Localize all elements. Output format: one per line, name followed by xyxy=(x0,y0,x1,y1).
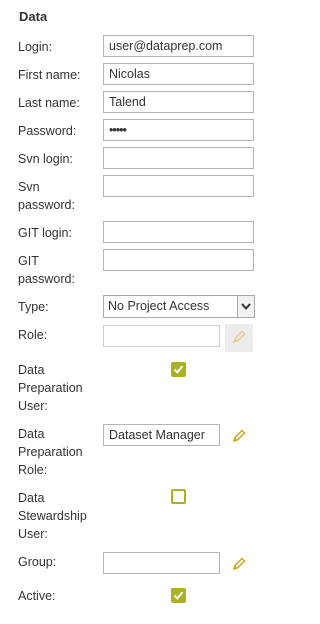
dp-user-label: Data Preparation User: xyxy=(18,361,83,415)
pencil-icon xyxy=(231,329,247,348)
git-login-field[interactable] xyxy=(103,221,254,243)
dp-user-label-line1: Data xyxy=(18,363,45,377)
first-name-label: First name: xyxy=(18,68,81,82)
last-name-label: Last name: xyxy=(18,96,80,110)
section-title: Data xyxy=(19,9,48,24)
login-field[interactable] xyxy=(103,35,254,57)
role-edit-button xyxy=(225,324,253,352)
ds-user-label-line3: User: xyxy=(18,527,48,541)
git-login-label: GIT login: xyxy=(18,226,72,240)
svn-password-field[interactable] xyxy=(103,175,254,197)
type-select[interactable]: No Project Access xyxy=(103,295,255,318)
type-select-value: No Project Access xyxy=(108,299,210,313)
svn-password-label-line2: password: xyxy=(18,198,75,212)
git-password-label-line1: GIT xyxy=(18,254,39,268)
chevron-down-icon[interactable] xyxy=(237,296,254,317)
dp-role-edit-button[interactable] xyxy=(225,423,253,451)
check-icon xyxy=(173,591,184,600)
first-name-field[interactable] xyxy=(103,63,254,85)
dp-role-field[interactable] xyxy=(103,424,220,446)
role-field xyxy=(103,325,220,347)
role-label: Role: xyxy=(18,328,48,342)
git-password-label: GIT password: xyxy=(18,252,75,288)
dp-role-label-line3: Role: xyxy=(18,463,48,477)
ds-user-label: Data Stewardship User: xyxy=(18,489,87,543)
dp-user-label-line2: Preparation xyxy=(18,381,83,395)
dp-role-label-line1: Data xyxy=(18,427,45,441)
dp-role-label: Data Preparation Role: xyxy=(18,425,83,479)
login-label: Login: xyxy=(18,40,53,54)
git-password-field[interactable] xyxy=(103,249,254,271)
dp-role-label-line2: Preparation xyxy=(18,445,83,459)
password-label: Password: xyxy=(18,124,77,138)
ds-user-label-line2: Stewardship xyxy=(18,509,87,523)
svn-login-label: Svn login: xyxy=(18,152,73,166)
ds-user-checkbox[interactable] xyxy=(171,489,186,504)
password-field[interactable]: ••••• xyxy=(103,119,254,141)
group-field[interactable] xyxy=(103,552,220,574)
pencil-icon xyxy=(231,556,247,575)
active-label: Active: xyxy=(18,589,56,603)
check-icon xyxy=(173,365,184,374)
ds-user-label-line1: Data xyxy=(18,491,45,505)
pencil-icon xyxy=(231,428,247,447)
dp-user-checkbox[interactable] xyxy=(171,362,186,377)
svn-login-field[interactable] xyxy=(103,147,254,169)
svn-password-label: Svn password: xyxy=(18,178,75,214)
svn-password-label-line1: Svn xyxy=(18,180,40,194)
active-checkbox[interactable] xyxy=(171,588,186,603)
type-label: Type: xyxy=(18,300,49,314)
git-password-label-line2: password: xyxy=(18,272,75,286)
dp-user-label-line3: User: xyxy=(18,399,48,413)
group-label: Group: xyxy=(18,555,57,569)
group-edit-button[interactable] xyxy=(225,551,253,579)
last-name-field[interactable] xyxy=(103,91,254,113)
